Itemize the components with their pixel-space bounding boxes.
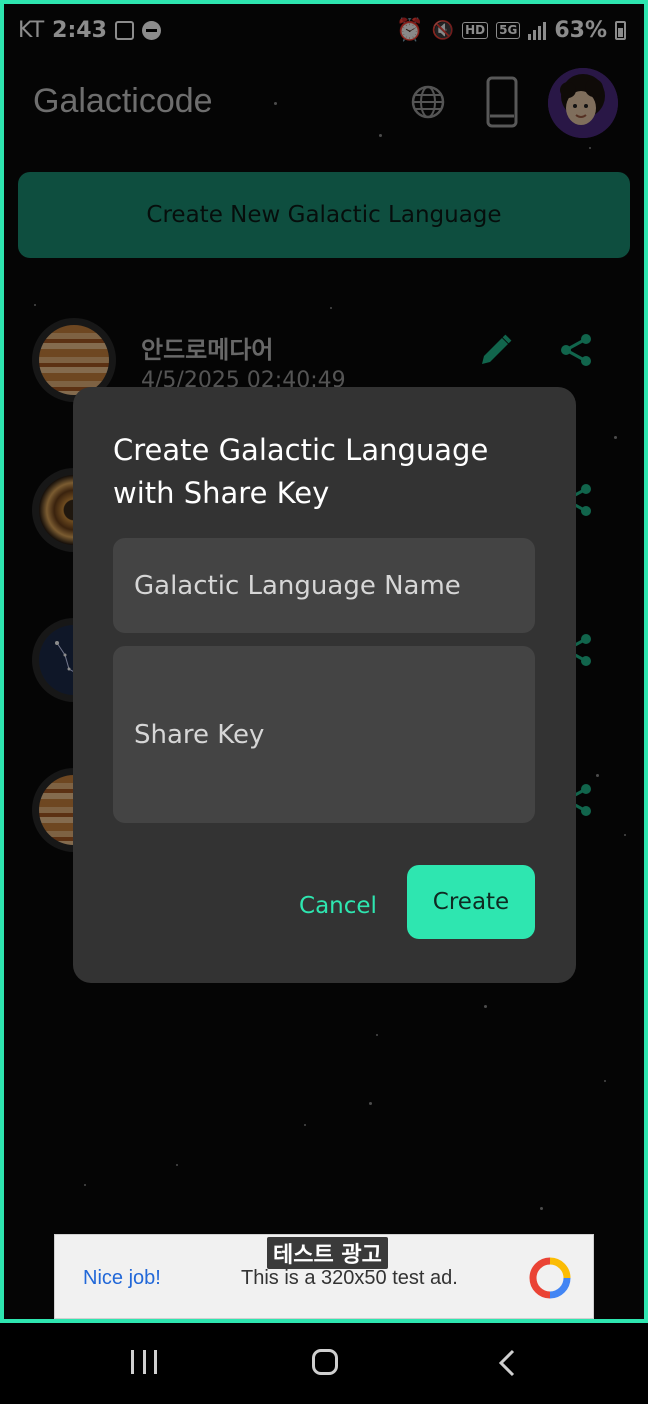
ad-test-label: 테스트 광고: [267, 1237, 388, 1269]
create-language-dialog: Create Galactic Language with Share Key …: [73, 387, 576, 983]
language-name-field[interactable]: Galactic Language Name: [113, 538, 535, 633]
back-icon[interactable]: [496, 1349, 518, 1377]
cancel-button[interactable]: Cancel: [293, 869, 383, 943]
ad-body-text: This is a 320x50 test ad.: [241, 1267, 458, 1289]
home-icon[interactable]: [312, 1349, 338, 1375]
share-key-placeholder: Share Key: [134, 719, 265, 750]
dialog-title: Create Galactic Language with Share Key: [113, 433, 489, 510]
ad-nice-text: Nice job!: [83, 1267, 161, 1289]
ad-banner[interactable]: Nice job! This is a 320x50 test ad. 테스트 …: [54, 1234, 594, 1319]
create-button[interactable]: Create: [407, 865, 535, 939]
recent-apps-icon[interactable]: [131, 1350, 157, 1374]
share-key-field[interactable]: Share Key: [113, 646, 535, 823]
system-nav-bar: [0, 1323, 648, 1404]
ads-logo-icon: [529, 1257, 571, 1299]
language-name-placeholder: Galactic Language Name: [134, 570, 461, 601]
app-frame: KT 2:43 ⏰ 🔇 HD 5G 63% Galacticode Create…: [0, 0, 648, 1323]
